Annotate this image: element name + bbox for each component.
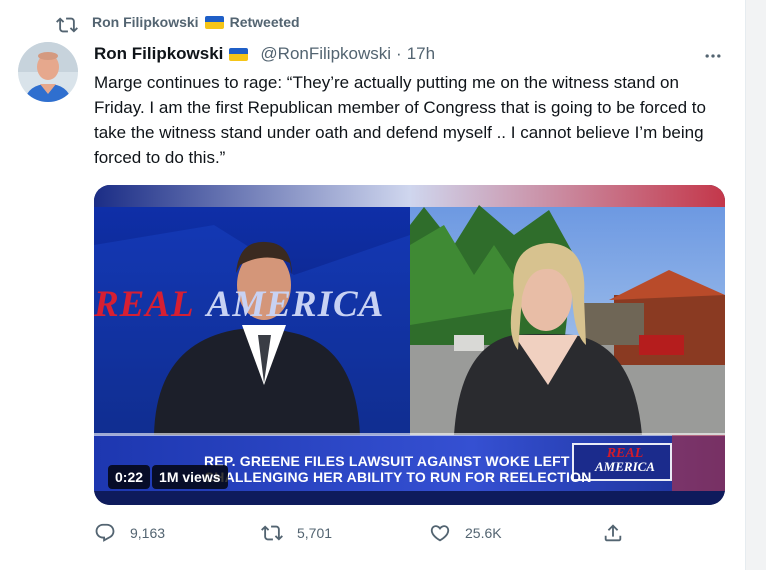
separator-dot: ·	[396, 44, 402, 63]
reply-icon	[95, 523, 115, 542]
like-count: 25.6K	[465, 525, 502, 541]
more-options-icon[interactable]	[701, 44, 725, 68]
heart-icon	[430, 525, 450, 542]
reply-count: 9,163	[130, 525, 166, 541]
ukraine-flag-icon	[204, 15, 224, 29]
retweet-icon	[56, 17, 78, 33]
retweet-icon	[261, 525, 283, 541]
news-chyron: REP. GREENE FILES LAWSUIT AGAINST WOKE L…	[204, 453, 592, 485]
tweet-header: Ron Filipkowski @RonFilipkowski · 17h	[94, 44, 725, 64]
logo-line-2: AMERICA	[595, 459, 655, 474]
ukraine-flag-icon	[229, 47, 249, 61]
author-handle[interactable]: @RonFilipkowski	[260, 44, 391, 64]
retweet-count: 5,701	[297, 525, 333, 541]
share-button[interactable]	[602, 522, 624, 544]
tweet-actions: 9,163 5,701 25.6K	[94, 522, 634, 546]
like-button[interactable]: 25.6K	[429, 522, 502, 544]
retweeter-name[interactable]: Ron Filipkowski	[92, 14, 199, 30]
wall-word-2: AMERICA	[206, 284, 385, 325]
video-views: 1M views	[152, 465, 228, 489]
studio-wall-text: REAL AMERICA	[94, 283, 410, 326]
author-name[interactable]: Ron Filipkowski	[94, 44, 223, 64]
chyron-line-2: CHALLENGING HER ABILITY TO RUN FOR REELE…	[204, 469, 592, 485]
channel-logo: REAL AMERICA	[579, 447, 671, 474]
tweet-timestamp[interactable]: 17h	[407, 44, 435, 64]
wall-word-1: REAL	[94, 284, 195, 325]
tweet-text: Marge continues to rage: “They’re actual…	[94, 73, 706, 167]
chyron-line-1: REP. GREENE FILES LAWSUIT AGAINST WOKE L…	[204, 453, 570, 469]
video-duration: 0:22	[108, 465, 151, 489]
reply-button[interactable]: 9,163	[94, 522, 165, 544]
retweet-context[interactable]: Ron Filipkowski Retweeted	[56, 14, 300, 33]
video-player[interactable]: REAL AMERICA REP. GREENE FILES LAWSUIT AG…	[94, 185, 725, 505]
avatar[interactable]	[18, 42, 78, 102]
retweet-button[interactable]: 5,701	[261, 522, 332, 544]
retweeted-label: Retweeted	[229, 14, 300, 30]
share-icon	[604, 524, 622, 542]
tweet-card: Ron Filipkowski Retweeted Ron Filipkowsk…	[0, 0, 746, 570]
video-overlay-badges: 0:22 1M views	[108, 465, 228, 489]
